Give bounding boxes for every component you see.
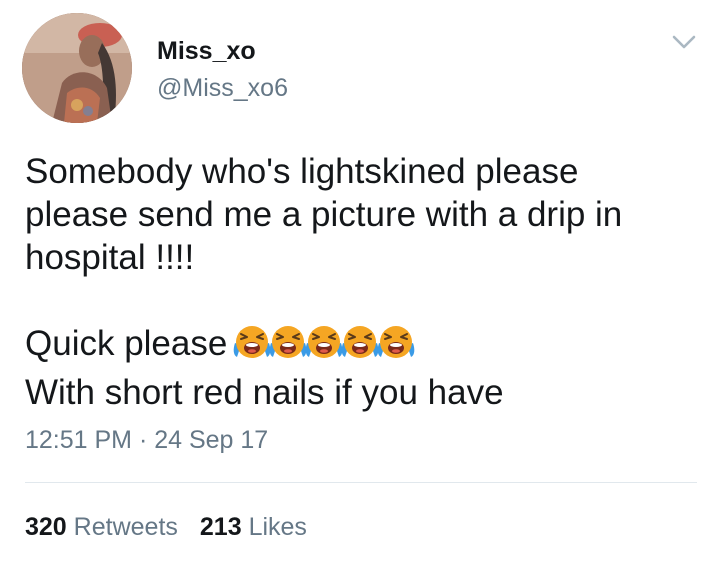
tweet-text: Somebody who's lightskined please please… (25, 150, 705, 414)
engagement-stats: 320 Retweets 213 Likes (25, 513, 307, 542)
likes-stat[interactable]: 213 Likes (200, 513, 307, 542)
avatar[interactable] (22, 13, 132, 123)
loudly-crying-face-icon (375, 323, 417, 361)
tweet-line: hospital !!!! (25, 238, 195, 277)
tweet-timestamp[interactable]: 12:51 PM · 24 Sep 17 (25, 426, 268, 455)
likes-count: 213 (199, 513, 242, 541)
tweet-line: Somebody who's lightskined please (25, 152, 579, 191)
divider (25, 482, 697, 483)
tweet-line: Quick please (25, 322, 705, 371)
likes-label: Likes (248, 513, 307, 541)
emoji-row (231, 323, 415, 371)
display-name[interactable]: Miss_xo (157, 37, 256, 66)
tweet-line: With short red nails if you have (25, 373, 504, 412)
retweets-count: 320 (25, 513, 67, 541)
tweet-line: please send me a picture with a drip in (25, 195, 623, 234)
chevron-down-icon[interactable] (671, 33, 697, 51)
user-handle[interactable]: @Miss_xo6 (157, 74, 288, 103)
avatar-image (22, 13, 132, 123)
retweets-stat[interactable]: 320 Retweets (25, 513, 178, 542)
retweets-label: Retweets (73, 513, 178, 541)
tweet-card: Miss_xo @Miss_xo6 Somebody who's lightsk… (0, 0, 720, 569)
tweet-line-text: Quick please (25, 324, 228, 363)
